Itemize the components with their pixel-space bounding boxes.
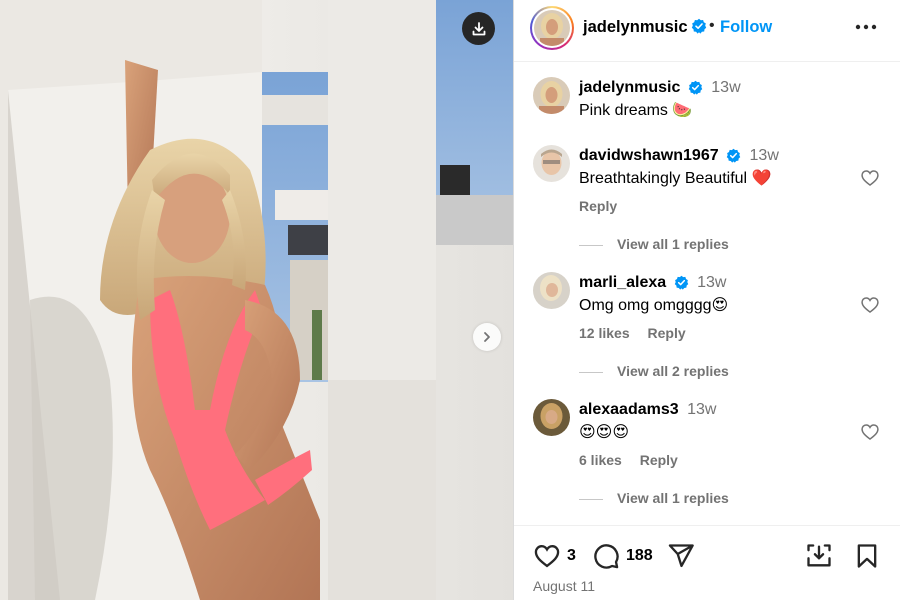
caption-time[interactable]: 13w	[711, 79, 740, 96]
post-date[interactable]: August 11	[533, 578, 595, 594]
comment-count[interactable]: 188	[626, 547, 653, 565]
comment-username-text[interactable]: marli_alexa	[579, 274, 666, 291]
author-avatar	[534, 10, 570, 46]
verified-badge-icon	[726, 149, 741, 163]
verified-badge-icon	[688, 81, 703, 95]
caption-username-text[interactable]: jadelynmusic	[579, 79, 680, 96]
download-icon	[807, 544, 831, 567]
comment-username[interactable]: davidwshawn1967 13w	[579, 147, 779, 165]
like-count[interactable]: 3	[567, 547, 576, 565]
comment-reply-button[interactable]: Reply	[640, 452, 678, 468]
comment-time[interactable]: 13w	[697, 274, 726, 291]
like-button[interactable]: 3	[533, 542, 576, 570]
comment-username-text[interactable]: davidwshawn1967	[579, 147, 719, 164]
next-image-button[interactable]	[473, 323, 501, 351]
post-header: jadelynmusic • Follow	[514, 0, 900, 62]
comment-likes-count[interactable]: 12 likes	[579, 325, 630, 341]
author-avatar-story-ring[interactable]	[530, 6, 574, 50]
share-icon	[668, 544, 694, 568]
comment-time[interactable]: 13w	[687, 401, 716, 418]
follow-button[interactable]: Follow	[720, 18, 772, 37]
comment-icon	[594, 544, 619, 569]
more-options-button[interactable]	[850, 15, 882, 39]
heart-icon	[534, 545, 560, 568]
post-photo	[0, 0, 513, 600]
comment-text: 😍😍😍	[579, 424, 630, 441]
commenter-avatar[interactable]	[533, 145, 570, 182]
post-media	[0, 0, 513, 600]
comments-section: jadelynmusic 13w Pink dreams 🍉 davidwsha…	[514, 63, 900, 525]
comment-reply-button[interactable]: Reply	[579, 198, 617, 214]
caption-username[interactable]: jadelynmusic 13w	[579, 79, 741, 97]
download-reel-button[interactable]	[805, 542, 833, 570]
download-button[interactable]	[462, 12, 495, 45]
caption-text: Pink dreams 🍉	[579, 102, 693, 119]
heart-icon[interactable]	[860, 295, 880, 315]
caption-author-avatar[interactable]	[533, 77, 570, 114]
comment-text: Omg omg omgggg😍	[579, 297, 729, 314]
chevron-right-icon	[484, 332, 490, 342]
view-replies-button[interactable]: View all 1 replies	[579, 236, 729, 252]
comment-username[interactable]: marli_alexa 13w	[579, 274, 726, 292]
verified-badge-icon	[691, 18, 707, 34]
header-separator: •	[709, 17, 715, 34]
comment-reply-button[interactable]: Reply	[648, 325, 686, 341]
heart-icon[interactable]	[860, 168, 880, 188]
share-button[interactable]	[667, 542, 695, 570]
post-details-panel: jadelynmusic • Follow jadelynmusic 13w P…	[513, 0, 900, 600]
bookmark-icon	[857, 544, 877, 568]
commenter-avatar[interactable]	[533, 399, 570, 436]
comment-username-text[interactable]: alexaadams3	[579, 401, 679, 418]
commenter-avatar[interactable]	[533, 272, 570, 309]
comment-meta: Reply	[579, 198, 631, 214]
more-horizontal-icon	[855, 24, 877, 30]
comment-text: Breathtakingly Beautiful ❤️	[579, 170, 772, 187]
comment-meta: 6 likes Reply	[579, 452, 692, 468]
comment-button[interactable]: 188	[592, 542, 653, 570]
comment-username[interactable]: alexaadams3 13w	[579, 401, 716, 419]
post-actions-bar: 3 188 August 11	[514, 525, 900, 600]
comment-time[interactable]: 13w	[750, 147, 779, 164]
comment-meta: 12 likes Reply	[579, 325, 700, 341]
comment-likes-count[interactable]: 6 likes	[579, 452, 622, 468]
download-icon	[472, 21, 485, 35]
save-button[interactable]	[853, 542, 881, 570]
view-replies-button[interactable]: View all 2 replies	[579, 363, 729, 379]
view-replies-button[interactable]: View all 1 replies	[579, 490, 729, 506]
heart-icon[interactable]	[860, 422, 880, 442]
verified-badge-icon	[674, 276, 688, 290]
author-username[interactable]: jadelynmusic	[583, 18, 688, 37]
